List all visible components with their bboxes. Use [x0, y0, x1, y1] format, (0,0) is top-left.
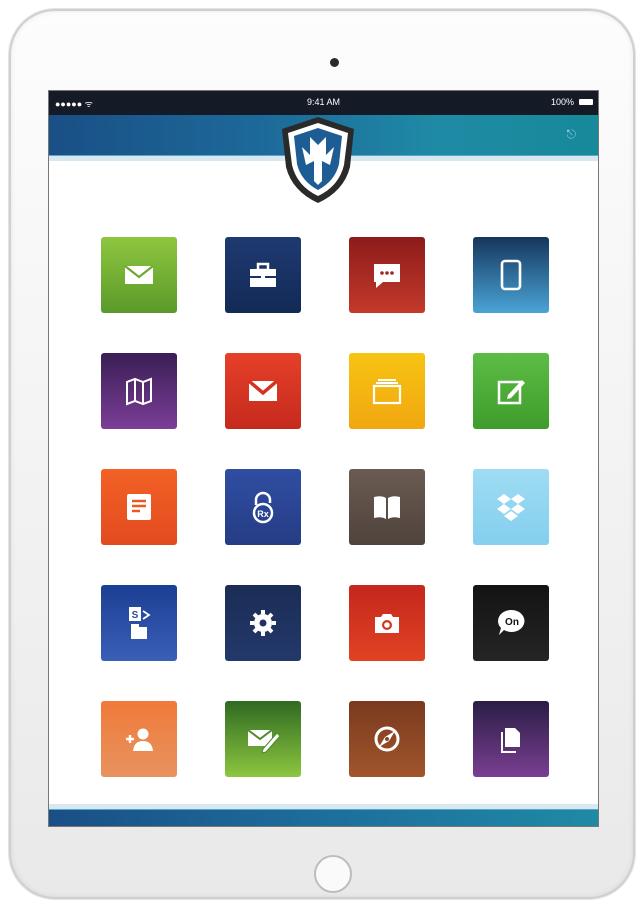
- settings-gear-icon: [250, 610, 276, 636]
- home-button[interactable]: [314, 855, 352, 893]
- map-icon: [126, 377, 152, 406]
- chaton-app-tile[interactable]: On: [473, 585, 549, 661]
- slides-icon: [372, 379, 402, 405]
- status-time: 9:41 AM: [306, 97, 341, 107]
- sharepoint-app-tile[interactable]: S: [101, 585, 177, 661]
- battery-icon: [579, 99, 593, 105]
- camera-icon: [375, 614, 399, 633]
- tablet-icon: [500, 259, 522, 291]
- compose-mail-app-tile[interactable]: [225, 701, 301, 777]
- status-bar: ●●●●● ᯤ 9:41 AM 100%: [49, 91, 598, 115]
- settings-app-tile[interactable]: [225, 585, 301, 661]
- svg-text:On: On: [505, 617, 519, 628]
- chat-on-icon: On: [498, 609, 525, 635]
- svg-text:Rx: Rx: [257, 509, 269, 519]
- shield-logo-icon: [282, 117, 354, 203]
- files-icon: [501, 728, 520, 753]
- battery-percentage: 100%: [550, 97, 574, 107]
- envelope-icon: [124, 265, 154, 284]
- slides-app-tile[interactable]: [349, 353, 425, 429]
- dropbox-icon: [497, 494, 525, 521]
- front-camera: [330, 58, 339, 67]
- messages-app-tile[interactable]: [349, 237, 425, 313]
- docs-app-tile[interactable]: [101, 469, 177, 545]
- briefcase-app-tile[interactable]: [225, 237, 301, 313]
- document-icon: [127, 494, 151, 520]
- briefcase-icon: [250, 262, 276, 287]
- compose-icon: [497, 380, 525, 405]
- rx-vault-app-tile[interactable]: Rx: [225, 469, 301, 545]
- notes-app-tile[interactable]: [473, 353, 549, 429]
- compass-icon: [374, 726, 400, 752]
- screen: ●●●●● ᯤ 9:41 AM 100% ⎋ Rx S On: [48, 90, 599, 827]
- add-contact-icon: [126, 728, 153, 751]
- camera-app-tile[interactable]: [349, 585, 425, 661]
- book-icon: [374, 496, 400, 519]
- files-app-tile[interactable]: [473, 701, 549, 777]
- explore-app-tile[interactable]: [349, 701, 425, 777]
- app-footer: [49, 804, 598, 826]
- footer-stripe: [49, 804, 598, 810]
- maps-app-tile[interactable]: [101, 353, 177, 429]
- mail-edit-icon: [247, 729, 281, 754]
- chat-bubble-icon: [374, 264, 400, 288]
- svg-text:S: S: [132, 610, 139, 621]
- email-app-tile[interactable]: [101, 237, 177, 313]
- gmail-icon: [247, 379, 279, 401]
- books-app-tile[interactable]: [349, 469, 425, 545]
- add-contact-app-tile[interactable]: [101, 701, 177, 777]
- rx-lock-icon: Rx: [252, 491, 274, 524]
- dropbox-app-tile[interactable]: [473, 469, 549, 545]
- gmail-app-tile[interactable]: [225, 353, 301, 429]
- logout-icon[interactable]: ⎋: [567, 127, 577, 142]
- device-app-tile[interactable]: [473, 237, 549, 313]
- sharepoint-icon: S: [129, 607, 151, 639]
